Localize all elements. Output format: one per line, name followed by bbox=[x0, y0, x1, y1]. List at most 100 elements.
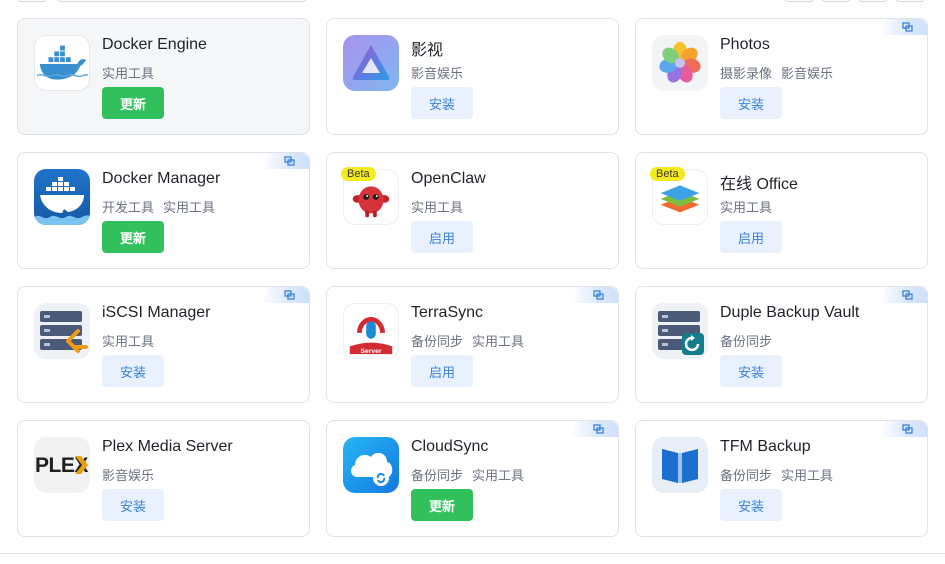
app-card-tfm-backup[interactable]: TFM Backup 备份同步 实用工具 安装 bbox=[635, 420, 928, 537]
copy-icon bbox=[902, 424, 913, 434]
update-button[interactable]: 更新 bbox=[102, 87, 164, 119]
tag: 实用工具 bbox=[163, 200, 216, 215]
app-name: Docker Engine bbox=[102, 36, 207, 53]
install-button[interactable]: 安装 bbox=[411, 87, 473, 119]
terrasync-icon: Server bbox=[343, 303, 399, 359]
toolbar-button-3[interactable] bbox=[858, 0, 888, 2]
app-tags: 实用工具 bbox=[720, 197, 781, 216]
app-card-duple-backup-vault[interactable]: Duple Backup Vault 备份同步 安装 bbox=[635, 286, 928, 403]
app-tags: 影音娱乐 bbox=[102, 465, 163, 484]
app-tags: 影音娱乐 bbox=[411, 63, 472, 82]
app-tags: 备份同步 实用工具 bbox=[411, 465, 533, 484]
corner-badge bbox=[879, 287, 927, 303]
tag: 实用工具 bbox=[781, 468, 834, 483]
app-card-yingshi[interactable]: 影视 影音娱乐 安装 bbox=[326, 18, 619, 135]
install-button[interactable]: 安装 bbox=[102, 355, 164, 387]
toolbar bbox=[0, 0, 945, 2]
tag: 实用工具 bbox=[102, 66, 155, 81]
search-input[interactable] bbox=[56, 0, 308, 2]
app-tags: 开发工具 实用工具 bbox=[102, 197, 224, 216]
toolbar-button-1[interactable] bbox=[784, 0, 814, 2]
corner-badge bbox=[261, 287, 309, 303]
app-card-docker-manager[interactable]: Docker Manager 开发工具 实用工具 更新 bbox=[17, 152, 310, 269]
toolbar-button-4[interactable] bbox=[895, 0, 925, 2]
app-name: Photos bbox=[720, 36, 770, 53]
app-tags: 实用工具 bbox=[102, 331, 163, 350]
app-name: iSCSI Manager bbox=[102, 304, 211, 321]
jellyfin-icon bbox=[343, 35, 399, 91]
app-name: TerraSync bbox=[411, 304, 484, 321]
enable-button[interactable]: 启用 bbox=[411, 355, 473, 387]
corner-badge bbox=[879, 421, 927, 437]
tag: 备份同步 bbox=[411, 468, 464, 483]
corner-badge bbox=[570, 421, 618, 437]
tag: 实用工具 bbox=[472, 468, 525, 483]
divider bbox=[0, 553, 945, 554]
corner-badge bbox=[570, 287, 618, 303]
tag: 实用工具 bbox=[720, 200, 773, 215]
copy-icon bbox=[284, 156, 295, 166]
tag: 实用工具 bbox=[411, 200, 464, 215]
app-card-online-office[interactable]: Beta 在线 Office 实用工具 启用 bbox=[635, 152, 928, 269]
docker-whale-icon bbox=[34, 35, 90, 91]
app-name: CloudSync bbox=[411, 438, 489, 455]
app-card-photos[interactable]: Photos 摄影录像 影音娱乐 安装 bbox=[635, 18, 928, 135]
beta-badge: Beta bbox=[341, 167, 376, 181]
app-grid: Docker Engine 实用工具 更新 影视 影音娱乐 安装 Photos … bbox=[17, 18, 928, 537]
terrasync-icon-text: Server bbox=[360, 348, 381, 355]
app-name: Docker Manager bbox=[102, 170, 221, 187]
app-tags: 备份同步 实用工具 bbox=[720, 465, 842, 484]
app-name: Plex Media Server bbox=[102, 438, 233, 455]
tag: 备份同步 bbox=[720, 334, 773, 349]
install-button[interactable]: 安装 bbox=[720, 87, 782, 119]
update-button[interactable]: 更新 bbox=[102, 221, 164, 253]
install-button[interactable]: 安装 bbox=[720, 355, 782, 387]
tag: 摄影录像 bbox=[720, 66, 773, 81]
copy-icon bbox=[284, 290, 295, 300]
app-card-openclaw[interactable]: Beta OpenClaw 实用工具 启用 bbox=[326, 152, 619, 269]
tfm-backup-icon bbox=[652, 437, 708, 493]
corner-badge bbox=[261, 153, 309, 169]
app-tags: 实用工具 bbox=[411, 197, 472, 216]
app-name: 在线 Office bbox=[720, 176, 798, 193]
app-card-cloudsync[interactable]: CloudSync 备份同步 实用工具 更新 bbox=[326, 420, 619, 537]
corner-badge bbox=[879, 19, 927, 35]
app-card-iscsi-manager[interactable]: iSCSI Manager 实用工具 安装 bbox=[17, 286, 310, 403]
app-name: Duple Backup Vault bbox=[720, 304, 860, 321]
tag: 影音娱乐 bbox=[102, 468, 155, 483]
copy-icon bbox=[593, 290, 604, 300]
tag: 备份同步 bbox=[720, 468, 773, 483]
copy-icon bbox=[593, 424, 604, 434]
tag: 实用工具 bbox=[102, 334, 155, 349]
copy-icon bbox=[902, 22, 913, 32]
app-tags: 备份同步 实用工具 bbox=[411, 331, 533, 350]
tag: 开发工具 bbox=[102, 200, 155, 215]
back-button[interactable] bbox=[17, 0, 47, 2]
backup-vault-icon bbox=[652, 303, 708, 359]
app-tags: 实用工具 bbox=[102, 63, 163, 82]
tag: 备份同步 bbox=[411, 334, 464, 349]
toolbar-button-2[interactable] bbox=[821, 0, 851, 2]
docker-manager-icon bbox=[34, 169, 90, 225]
app-card-docker-engine[interactable]: Docker Engine 实用工具 更新 bbox=[17, 18, 310, 135]
copy-icon bbox=[902, 290, 913, 300]
tag: 影音娱乐 bbox=[411, 66, 464, 81]
app-name: TFM Backup bbox=[720, 438, 811, 455]
install-button[interactable]: 安装 bbox=[102, 489, 164, 521]
app-card-terrasync[interactable]: Server TerraSync 备份同步 实用工具 启用 bbox=[326, 286, 619, 403]
beta-badge: Beta bbox=[650, 167, 685, 181]
enable-button[interactable]: 启用 bbox=[720, 221, 782, 253]
update-button[interactable]: 更新 bbox=[411, 489, 473, 521]
app-name: 影视 bbox=[411, 42, 444, 59]
tag: 实用工具 bbox=[472, 334, 525, 349]
app-name: OpenClaw bbox=[411, 170, 486, 187]
iscsi-server-icon bbox=[34, 303, 90, 359]
photos-flower-icon bbox=[652, 35, 708, 91]
app-tags: 摄影录像 影音娱乐 bbox=[720, 63, 842, 82]
install-button[interactable]: 安装 bbox=[720, 489, 782, 521]
plex-logo-icon: PLEX bbox=[34, 437, 90, 493]
enable-button[interactable]: 启用 bbox=[411, 221, 473, 253]
app-tags: 备份同步 bbox=[720, 331, 781, 350]
cloudsync-icon bbox=[343, 437, 399, 493]
app-card-plex-media-server[interactable]: PLEX Plex Media Server 影音娱乐 安装 bbox=[17, 420, 310, 537]
